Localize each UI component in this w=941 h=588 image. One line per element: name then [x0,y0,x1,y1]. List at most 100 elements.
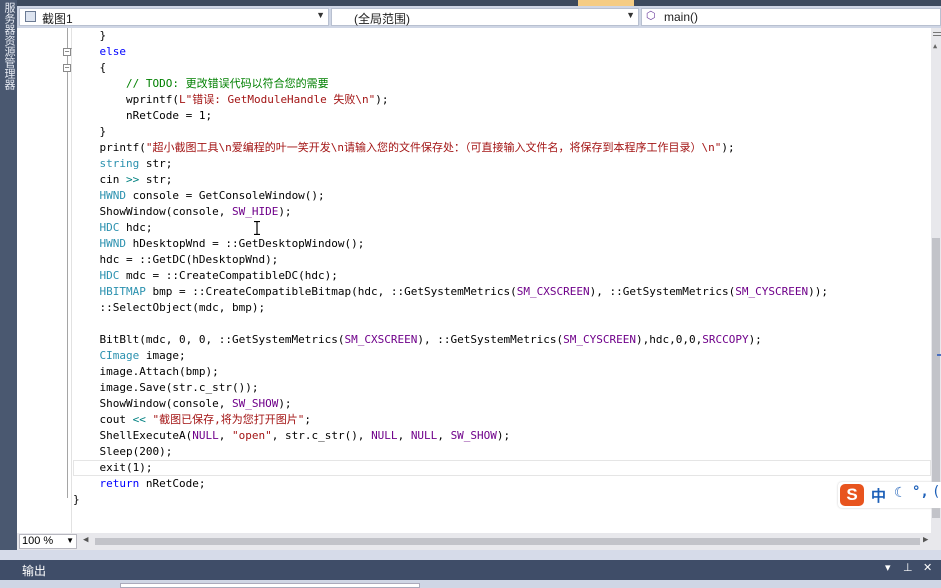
code-token: wprintf( [125,93,179,106]
split-handle-icon[interactable] [933,32,941,36]
ime-toolbar[interactable]: S 中 ☾ °, ( [838,482,941,508]
collapse-toggle-icon[interactable]: − [63,64,71,72]
vertical-scrollbar[interactable]: ▲ [931,28,941,533]
code-line[interactable]: } [73,492,80,508]
close-icon[interactable]: ✕ [923,561,932,574]
code-token: ); [278,397,292,410]
code-line[interactable]: } [73,28,107,44]
output-panel-title: 输出 [22,564,47,578]
code-token: ); [375,93,389,106]
scroll-right-icon[interactable]: ▶ [923,535,928,545]
code-line[interactable]: HDC hdc; [73,220,153,236]
scope-dropdown[interactable]: (全局范围) ▼ [331,8,639,26]
code-token: , str.c_str(), [271,429,372,442]
code-token: SM_CYSCREEN [563,333,636,346]
code-line[interactable]: image.Attach(bmp); [73,364,219,380]
code-line[interactable]: // TODO: 更改错误代码以符合您的需要 [73,76,329,92]
code-token: "超小截图工具\n爱编程的叶一笑开发\n请输入您的文件保存处：（可直接输入文件名… [145,141,722,154]
code-line[interactable]: HBITMAP bmp = ::CreateCompatibleBitmap(h… [73,284,829,300]
code-line[interactable]: exit(1); [73,460,153,476]
code-token: exit(1); [99,461,153,474]
code-token: Sleep(200); [99,445,173,458]
current-line-highlight [73,460,931,476]
code-line[interactable]: CImage image; [73,348,186,364]
scroll-thumb[interactable] [932,238,940,518]
scroll-left-icon[interactable]: ◀ [83,535,88,545]
code-line[interactable]: } [73,124,107,140]
code-token: bmp = ::CreateCompatibleBitmap(hdc, ::Ge… [145,285,517,298]
code-token: L"错误: GetModuleHandle 失败\n" [178,93,376,106]
code-line[interactable]: cout << "截图已保存,将为您打开图片"; [73,412,312,428]
scroll-up-icon[interactable]: ▲ [933,42,937,50]
ime-mode-toggle[interactable]: 中 [871,485,886,506]
code-token: SW_HIDE [231,205,279,218]
output-source-dropdown[interactable] [120,583,420,588]
horizontal-scroll-thumb[interactable] [95,538,920,545]
code-line[interactable]: ShowWindow(console, SW_SHOW); [73,396,292,412]
code-token: { [99,61,107,74]
margin-divider [71,28,72,533]
code-line[interactable]: ShowWindow(console, SW_HIDE); [73,204,292,220]
code-token: , [437,429,451,442]
code-token: ); [496,429,511,442]
code-line[interactable]: ::SelectObject(mdc, bmp); [73,300,266,316]
code-token: ); [721,141,735,154]
member-dropdown[interactable]: ⬡ main() [641,8,941,26]
code-token: "open" [231,429,272,442]
code-token: else [99,45,127,58]
panel-splitter[interactable] [0,550,941,560]
code-line[interactable]: image.Save(str.c_str()); [73,380,259,396]
ime-more-toggle[interactable]: ( [932,484,940,500]
sogou-logo-icon[interactable]: S [840,484,864,506]
code-line[interactable]: printf("超小截图工具\n爱编程的叶一笑开发\n请输入您的文件保存处：（可… [73,140,735,156]
code-line[interactable]: HDC mdc = ::CreateCompatibleDC(hdc); [73,268,338,284]
code-line[interactable]: ShellExecuteA(NULL, "open", str.c_str(),… [73,428,511,444]
code-editor[interactable]: − − } else { // TODO: 更改错误代码以符合您的需要 wpri… [17,28,931,533]
punctuation-toggle[interactable]: °, [912,484,929,500]
zoom-dropdown[interactable]: 100 % ▼ [19,534,77,549]
horizontal-scrollbar-area: 100 % ▼ ◀ ▶ [17,533,941,550]
scroll-caret-marker [937,354,941,356]
code-token: ); [278,205,292,218]
pin-icon[interactable]: ⊥ [903,561,913,574]
code-line[interactable]: BitBlt(mdc, 0, 0, ::GetSystemMetrics(SM_… [73,332,762,348]
code-token: >> [126,173,140,186]
code-line[interactable]: hdc = ::GetDC(hDesktopWnd); [73,252,279,268]
code-token: "截图已保存,将为您打开图片" [152,413,305,426]
code-line[interactable]: else [73,44,127,60]
half-width-moon-icon[interactable]: ☾ [894,485,902,501]
chevron-down-icon: ▼ [66,536,74,545]
code-line[interactable]: string str; [73,156,173,172]
code-line[interactable]: HWND hDesktopWnd = ::GetDesktopWindow(); [73,236,365,252]
code-line[interactable]: return nRetCode; [73,476,206,492]
code-token: printf( [99,141,146,154]
server-explorer-side-tab[interactable]: 服务器资源管理器 [0,0,17,560]
code-line[interactable]: { [73,60,107,76]
code-line[interactable]: wprintf(L"错误: GetModuleHandle 失败\n"); [73,92,389,108]
collapse-toggle-icon[interactable]: − [63,48,71,56]
code-token: HDC [99,221,120,234]
code-token: } [99,125,107,138]
code-token: ::SelectObject(mdc, bmp); [99,301,266,314]
code-line[interactable]: cin >> str; [73,172,173,188]
code-token: hdc; [119,221,153,234]
code-line[interactable]: HWND console = GetConsoleWindow(); [73,188,325,204]
function-cube-icon: ⬡ [646,10,656,22]
code-line[interactable]: nRetCode = 1; [73,108,212,124]
project-dropdown[interactable]: 截图1 ▼ [19,8,329,26]
code-line[interactable]: Sleep(200); [73,444,173,460]
panel-menu-icon[interactable]: ▾ [885,561,891,574]
